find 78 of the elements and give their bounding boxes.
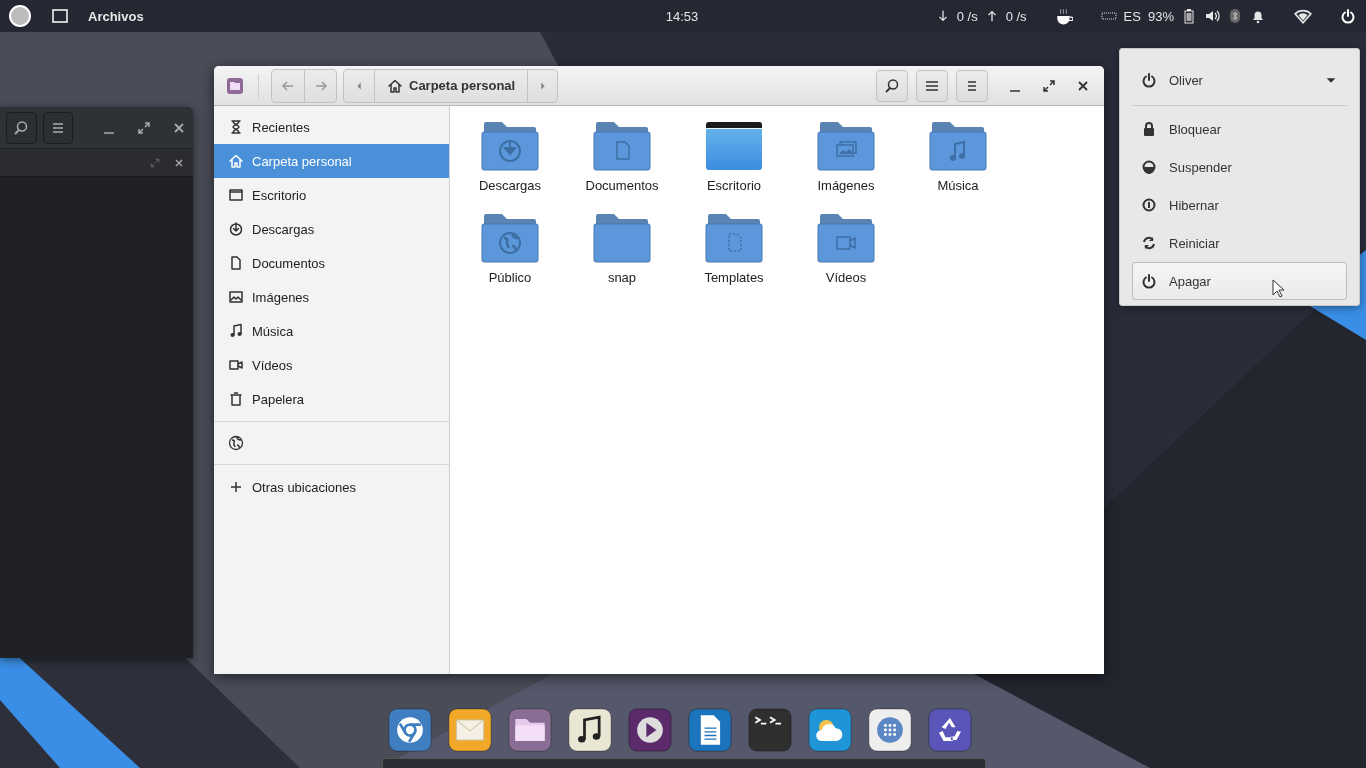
lock-icon xyxy=(1141,121,1157,137)
hourglass-icon xyxy=(228,119,244,135)
globe-icon[interactable] xyxy=(228,435,244,451)
suspend-icon xyxy=(1141,159,1157,175)
power-icon xyxy=(1141,273,1157,289)
folder-label[interactable]: snap xyxy=(607,270,637,285)
music-icon xyxy=(228,323,244,339)
sidebar-item[interactable]: Imágenes xyxy=(214,280,449,314)
sidebar-item[interactable]: Recientes xyxy=(214,110,449,144)
clock[interactable]: 14:53 xyxy=(665,8,699,24)
search-icon xyxy=(884,77,900,94)
maximize-icon xyxy=(135,119,152,136)
folder-label[interactable]: Escritorio xyxy=(706,178,762,193)
minimize-icon xyxy=(1010,89,1020,92)
power-menu-item[interactable]: Bloquear xyxy=(1132,110,1347,148)
app-grid-icon[interactable] xyxy=(868,708,912,752)
folder-icon[interactable] xyxy=(508,708,552,752)
recycle-icon[interactable] xyxy=(928,708,972,752)
folder-label[interactable]: Público xyxy=(488,270,532,285)
download-icon xyxy=(228,221,244,237)
restart-icon xyxy=(1141,235,1157,251)
search-button[interactable] xyxy=(6,111,37,144)
hibernate-icon xyxy=(1141,197,1157,213)
mail-icon[interactable] xyxy=(448,708,492,752)
desktop-icon xyxy=(228,187,244,203)
document-icon[interactable] xyxy=(688,708,732,752)
battery-percentage[interactable]: 93% xyxy=(1147,8,1174,24)
power-menu-item[interactable]: Apagar xyxy=(1132,262,1347,300)
folder-label[interactable]: Documentos xyxy=(585,178,659,193)
terminal-icon[interactable] xyxy=(748,708,792,752)
upload-rate: 0 /s xyxy=(1005,8,1027,24)
bluetooth-icon[interactable] xyxy=(1227,8,1243,24)
power-menu-item[interactable]: Reiniciar xyxy=(1132,224,1347,262)
document-icon xyxy=(228,255,244,271)
sidebar-item[interactable]: Escritorio xyxy=(214,178,449,212)
plus-icon xyxy=(228,479,244,495)
image-icon xyxy=(228,289,244,305)
maximize-icon xyxy=(1041,77,1057,94)
folder-label[interactable]: Imágenes xyxy=(817,178,875,193)
sidebar-item[interactable]: Vídeos xyxy=(214,348,449,382)
weather-icon[interactable] xyxy=(808,708,852,752)
music-icon[interactable] xyxy=(568,708,612,752)
folder-label[interactable]: Templates xyxy=(704,270,764,285)
pointer-icon xyxy=(1272,279,1286,299)
folder-label[interactable]: Música xyxy=(937,178,979,193)
trash-icon xyxy=(228,391,244,407)
user-name: Oliver xyxy=(1169,72,1203,88)
keyboard-layout[interactable]: ES xyxy=(1123,8,1141,24)
home-icon xyxy=(228,153,244,169)
minimize-icon xyxy=(104,131,115,134)
user-menu-item[interactable]: Oliver xyxy=(1132,61,1347,99)
folder-app-icon xyxy=(226,76,244,95)
window-icon xyxy=(52,8,68,24)
play-icon[interactable] xyxy=(628,708,672,752)
sidebar-item[interactable]: Otras ubicaciones xyxy=(214,470,449,504)
battery-icon[interactable] xyxy=(1181,8,1197,24)
folder-label[interactable]: Vídeos xyxy=(825,270,867,285)
home-icon xyxy=(387,77,403,94)
download-rate: 0 /s xyxy=(956,8,978,24)
volume-icon[interactable] xyxy=(1204,8,1220,24)
sidebar-item[interactable]: Documentos xyxy=(214,246,449,280)
power-menu-item[interactable]: Hibernar xyxy=(1132,186,1347,224)
activities-icon[interactable] xyxy=(8,4,32,28)
power-icon[interactable] xyxy=(1340,8,1356,24)
browser-icon[interactable] xyxy=(388,708,432,752)
power-menu-item[interactable]: Suspender xyxy=(1132,148,1347,186)
sidebar-item[interactable]: Descargas xyxy=(214,212,449,246)
sidebar-item[interactable]: Papelera xyxy=(214,382,449,416)
folder-label[interactable]: Descargas xyxy=(478,178,542,193)
sidebar-item[interactable]: Música xyxy=(214,314,449,348)
app-menu[interactable]: Archivos xyxy=(88,8,144,24)
video-camera-icon xyxy=(228,357,244,373)
power-icon xyxy=(1141,72,1157,88)
menu-button[interactable] xyxy=(42,111,74,144)
coffee-cup-icon[interactable] xyxy=(1054,7,1073,25)
wifi-icon[interactable] xyxy=(1294,7,1312,25)
search-icon xyxy=(13,119,30,136)
view-button[interactable] xyxy=(916,69,948,102)
